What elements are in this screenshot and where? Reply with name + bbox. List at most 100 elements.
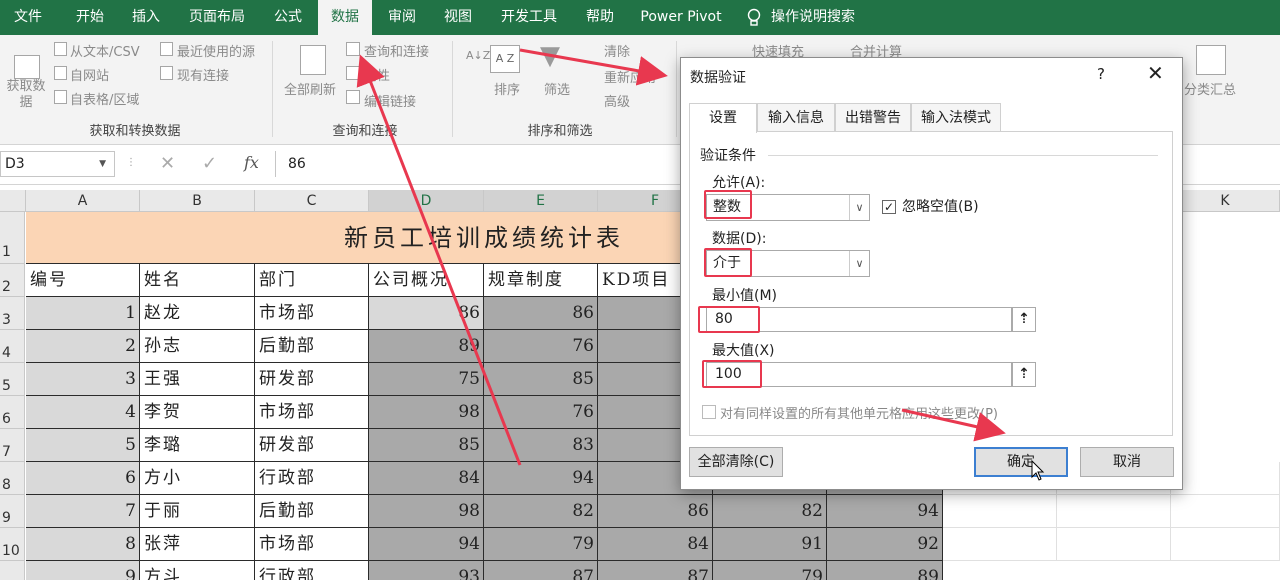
from-table-button[interactable]: 自表格/区域 [70, 89, 139, 108]
collapse-dialog-icon[interactable]: ⇡ [1012, 362, 1036, 387]
existing-connections-button[interactable]: 现有连接 [177, 65, 229, 84]
max-input[interactable]: 100 [706, 362, 1012, 387]
sort-button[interactable]: 排序 [494, 79, 520, 98]
filter-button[interactable]: 筛选 [544, 79, 570, 98]
header-cell[interactable]: 公司概况 [369, 264, 484, 297]
table-cell[interactable]: 市场部 [255, 396, 369, 429]
column-header[interactable]: A [26, 190, 140, 212]
clear-filter-button[interactable]: 清除 [604, 41, 630, 60]
name-box[interactable]: D3 ▼ [0, 151, 115, 177]
properties-button[interactable]: 属性 [364, 65, 390, 84]
table-cell[interactable]: 李贺 [140, 396, 255, 429]
header-cell[interactable]: 编号 [26, 264, 140, 297]
ok-button[interactable]: 确定 [974, 447, 1068, 477]
advanced-filter-button[interactable]: 高级 [604, 91, 630, 110]
table-cell[interactable]: 行政部 [255, 462, 369, 495]
table-cell[interactable]: 方小 [140, 462, 255, 495]
help-icon[interactable]: ? [1097, 65, 1105, 83]
tab-review[interactable]: 审阅 [376, 0, 428, 35]
table-cell[interactable]: 8 [26, 528, 140, 561]
cancel-button[interactable]: 取消 [1080, 447, 1174, 477]
table-cell[interactable]: 张萍 [140, 528, 255, 561]
row-header[interactable]: 7 [0, 429, 25, 462]
empty-cell[interactable] [943, 495, 1057, 528]
clear-all-button[interactable]: 全部清除(C) [689, 447, 783, 477]
from-text-csv-button[interactable]: 从文本/CSV [70, 41, 140, 60]
table-cell[interactable]: 9 [26, 561, 140, 580]
tab-power-pivot[interactable]: Power Pivot [634, 0, 728, 35]
table-cell[interactable]: 后勤部 [255, 330, 369, 363]
table-cell[interactable]: 79 [713, 561, 827, 580]
table-cell[interactable]: 87 [484, 561, 598, 580]
tab-home[interactable]: 开始 [62, 0, 118, 35]
tab-developer[interactable]: 开发工具 [492, 0, 566, 35]
row-header[interactable]: 1 [0, 212, 25, 264]
table-cell[interactable]: 2 [26, 330, 140, 363]
recent-sources-button[interactable]: 最近使用的源 [177, 41, 255, 60]
tab-input-message[interactable]: 输入信息 [757, 103, 835, 131]
close-icon[interactable]: ✕ [1147, 61, 1164, 85]
table-cell[interactable]: 94 [827, 495, 943, 528]
table-cell[interactable]: 6 [26, 462, 140, 495]
get-data-icon[interactable] [14, 55, 40, 79]
enter-icon[interactable]: ✓ [202, 153, 217, 174]
row-header[interactable]: 9 [0, 495, 25, 528]
table-cell[interactable]: 86 [598, 495, 713, 528]
data-select[interactable]: 介于 ∨ [706, 250, 870, 277]
empty-cell[interactable] [1057, 495, 1171, 528]
empty-cell[interactable] [1171, 528, 1280, 561]
min-input[interactable]: 80 [706, 307, 1012, 332]
column-header[interactable]: C [255, 190, 369, 212]
chevron-down-icon[interactable]: ∨ [849, 195, 869, 220]
from-web-button[interactable]: 自网站 [70, 65, 109, 84]
row-header[interactable] [0, 561, 25, 580]
row-header[interactable]: 6 [0, 396, 25, 429]
table-cell[interactable]: 王强 [140, 363, 255, 396]
tell-me-search[interactable]: 操作说明搜索 [768, 0, 858, 35]
table-cell[interactable]: 89 [369, 330, 484, 363]
table-cell[interactable]: 孙志 [140, 330, 255, 363]
row-header[interactable]: 8 [0, 462, 25, 495]
header-cell[interactable]: 规章制度 [484, 264, 598, 297]
table-cell[interactable]: 85 [369, 429, 484, 462]
tab-formulas[interactable]: 公式 [262, 0, 314, 35]
table-cell[interactable]: 后勤部 [255, 495, 369, 528]
apply-all-checkbox[interactable] [702, 405, 716, 419]
refresh-icon[interactable] [300, 45, 326, 75]
allow-select[interactable]: 整数 ∨ [706, 194, 870, 221]
chevron-down-icon[interactable]: ▼ [99, 152, 106, 176]
insert-function-icon[interactable]: fx [244, 153, 259, 172]
table-cell[interactable]: 86 [484, 297, 598, 330]
header-cell[interactable]: 姓名 [140, 264, 255, 297]
table-cell[interactable]: 李璐 [140, 429, 255, 462]
table-cell[interactable]: 市场部 [255, 528, 369, 561]
table-cell[interactable]: 赵龙 [140, 297, 255, 330]
table-cell[interactable]: 91 [713, 528, 827, 561]
table-cell[interactable]: 94 [369, 528, 484, 561]
table-cell[interactable]: 89 [827, 561, 943, 580]
table-cell[interactable]: 93 [369, 561, 484, 580]
row-header[interactable]: 5 [0, 363, 25, 396]
table-cell[interactable]: 3 [26, 363, 140, 396]
refresh-all-button[interactable]: 全部刷新 [284, 79, 336, 98]
table-cell[interactable]: 82 [484, 495, 598, 528]
table-cell[interactable]: 于丽 [140, 495, 255, 528]
empty-cell[interactable] [1171, 495, 1280, 528]
subtotal-icon[interactable] [1196, 45, 1226, 75]
tab-help[interactable]: 帮助 [576, 0, 624, 35]
tab-view[interactable]: 视图 [432, 0, 484, 35]
table-cell[interactable]: 5 [26, 429, 140, 462]
table-cell[interactable]: 行政部 [255, 561, 369, 580]
sort-az-icon[interactable]: A↓Z [466, 49, 490, 62]
row-header[interactable]: 4 [0, 330, 25, 363]
get-data-button[interactable]: 获取数 据 [4, 79, 48, 111]
tab-ime-mode[interactable]: 输入法模式 [911, 103, 1001, 131]
tab-error-alert[interactable]: 出错警告 [835, 103, 911, 131]
column-header[interactable]: D [369, 190, 484, 212]
table-cell[interactable]: 4 [26, 396, 140, 429]
table-cell[interactable]: 1 [26, 297, 140, 330]
table-cell[interactable]: 82 [713, 495, 827, 528]
table-cell[interactable]: 7 [26, 495, 140, 528]
tab-page-layout[interactable]: 页面布局 [178, 0, 256, 35]
queries-connections-button[interactable]: 查询和连接 [364, 41, 429, 60]
